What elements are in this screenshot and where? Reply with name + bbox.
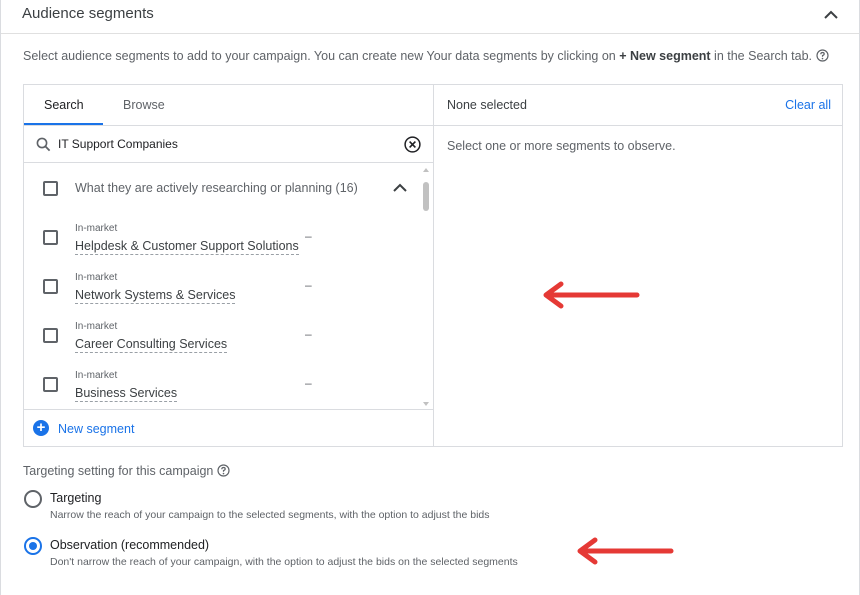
clear-all-button[interactable]: Clear all — [785, 98, 831, 112]
selected-pane: None selected Clear all Select one or mo… — [434, 85, 842, 446]
segment-checkbox[interactable] — [43, 230, 58, 245]
search-pane: Search Browse What they are actively res… — [24, 85, 434, 446]
annotation-arrow-icon — [543, 281, 640, 309]
option-description: Narrow the reach of your campaign to the… — [50, 509, 490, 521]
list-scrollbar[interactable] — [421, 164, 431, 409]
intro-text: Select audience segments to add to your … — [23, 49, 829, 65]
audience-segments-card: Audience segments Select audience segmen… — [0, 0, 860, 595]
empty-selection-message: Select one or more segments to observe. — [447, 139, 676, 153]
list-item[interactable]: In-market Helpdesk & Customer Support So… — [24, 223, 424, 272]
intro-new-segment-ref: + New segment — [619, 49, 711, 63]
segment-list[interactable]: What they are actively researching or pl… — [24, 164, 433, 410]
help-icon[interactable] — [217, 464, 230, 480]
segment-name[interactable]: Network Systems & Services — [75, 288, 236, 304]
segment-checkbox[interactable] — [43, 279, 58, 294]
tab-bar: Search Browse — [24, 85, 433, 126]
chevron-up-icon[interactable] — [821, 7, 841, 23]
targeting-title: Targeting setting for this campaign — [23, 464, 230, 480]
section-header[interactable]: Audience segments — [1, 0, 859, 34]
new-segment-label: New segment — [58, 422, 135, 436]
observation-radio[interactable] — [24, 537, 42, 555]
targeting-title-text: Targeting setting for this campaign — [23, 464, 214, 478]
active-tab-indicator — [24, 123, 103, 125]
segment-reach: – — [305, 327, 312, 341]
targeting-radio[interactable] — [24, 490, 42, 508]
tab-browse[interactable]: Browse — [123, 98, 165, 112]
segment-reach: – — [305, 278, 312, 292]
segment-name[interactable]: Career Consulting Services — [75, 337, 228, 353]
list-item[interactable]: In-market Network Systems & Services – — [24, 272, 424, 321]
chevron-up-icon[interactable] — [391, 181, 409, 200]
search-icon — [36, 137, 51, 157]
segment-category: In-market — [75, 321, 118, 332]
plus-icon: + — [33, 420, 49, 436]
option-label: Targeting — [50, 491, 102, 505]
selected-header: None selected Clear all — [434, 85, 842, 126]
help-icon[interactable] — [816, 49, 829, 65]
selected-count: None selected — [447, 98, 527, 112]
segment-reach: – — [305, 376, 312, 390]
intro-text-after: in the Search tab. — [710, 49, 813, 63]
group-label: What they are actively researching or pl… — [75, 181, 358, 195]
annotation-arrow-icon — [577, 537, 674, 565]
list-item[interactable]: In-market Career Consulting Services – — [24, 321, 424, 370]
option-description: Don't narrow the reach of your campaign,… — [50, 556, 518, 568]
segment-category: In-market — [75, 272, 118, 283]
intro-text-before: Select audience segments to add to your … — [23, 49, 620, 63]
segment-checkbox[interactable] — [43, 377, 58, 392]
tab-search[interactable]: Search — [44, 98, 84, 112]
list-item[interactable]: In-market Business Services – — [24, 370, 424, 409]
segment-picker: Search Browse What they are actively res… — [23, 84, 843, 447]
targeting-option[interactable]: Targeting Narrow the reach of your campa… — [23, 489, 583, 529]
scroll-thumb[interactable] — [423, 182, 429, 211]
segment-category: In-market — [75, 370, 118, 381]
option-label: Observation (recommended) — [50, 538, 210, 552]
search-input[interactable] — [58, 135, 388, 153]
search-row — [24, 126, 433, 163]
segment-name[interactable]: Business Services — [75, 386, 178, 402]
segment-reach: – — [305, 229, 312, 243]
segment-category: In-market — [75, 223, 118, 234]
segment-checkbox[interactable] — [43, 328, 58, 343]
observation-option[interactable]: Observation (recommended) Don't narrow t… — [23, 536, 583, 576]
segment-name[interactable]: Helpdesk & Customer Support Solutions — [75, 239, 299, 255]
group-header[interactable]: What they are actively researching or pl… — [24, 164, 424, 212]
group-checkbox[interactable] — [43, 181, 58, 196]
clear-search-icon[interactable] — [404, 136, 421, 158]
section-title: Audience segments — [22, 5, 154, 22]
